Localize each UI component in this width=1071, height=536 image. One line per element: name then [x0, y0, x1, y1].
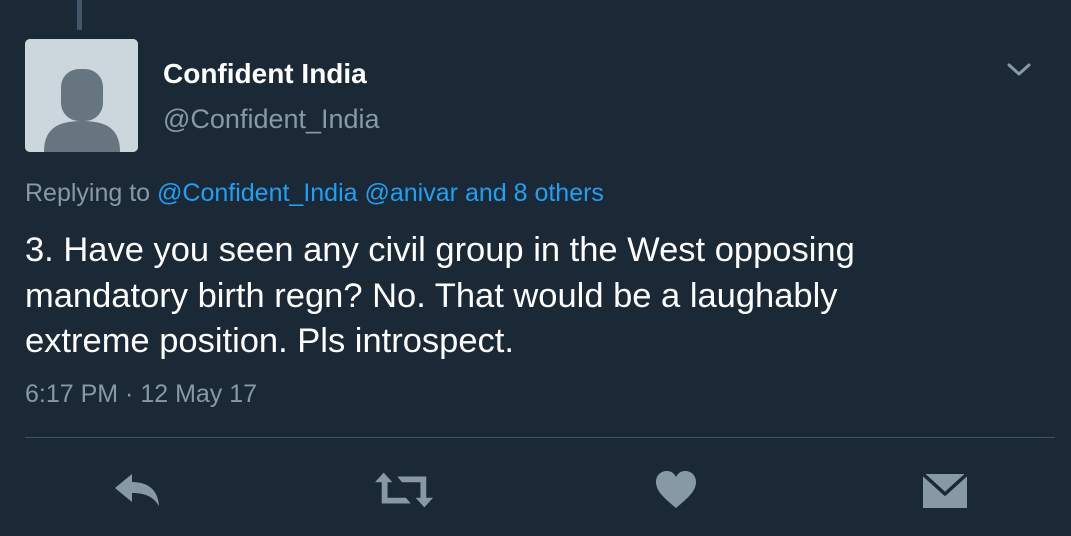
avatar[interactable]	[25, 39, 138, 152]
thread-line	[77, 0, 82, 30]
user-handle[interactable]: @Confident_India	[163, 104, 380, 135]
divider	[25, 437, 1055, 438]
tweet-text-line: 3. Have you seen any civil group in the …	[25, 231, 855, 269]
heart-icon	[656, 471, 696, 508]
replying-to: Replying to @Confident_India @anivar and…	[25, 179, 604, 208]
display-name[interactable]: Confident India	[163, 58, 367, 90]
tweet-text-line: mandatory birth regn? No. That would be …	[25, 276, 838, 315]
retweet-button[interactable]	[374, 466, 434, 514]
chevron-down-icon[interactable]	[1005, 58, 1033, 82]
reply-button[interactable]	[107, 466, 167, 514]
mail-icon	[922, 472, 968, 508]
direct-message-button[interactable]	[915, 466, 975, 514]
tweet-text: 3. Have you seen any civil group in the …	[25, 228, 1045, 365]
replying-prefix: Replying to	[25, 179, 151, 207]
mention-link[interactable]: @anivar	[365, 179, 458, 207]
others-link[interactable]: and 8 others	[465, 179, 604, 207]
timestamp[interactable]: 6:17 PM · 12 May 17	[25, 380, 257, 409]
reply-icon	[115, 474, 159, 506]
mention-link[interactable]: @Confident_India	[157, 179, 358, 207]
tweet-text-line: extreme position. Pls introspect.	[25, 322, 514, 360]
default-profile-icon	[25, 39, 138, 152]
like-button[interactable]	[646, 466, 706, 514]
retweet-icon	[374, 472, 434, 508]
